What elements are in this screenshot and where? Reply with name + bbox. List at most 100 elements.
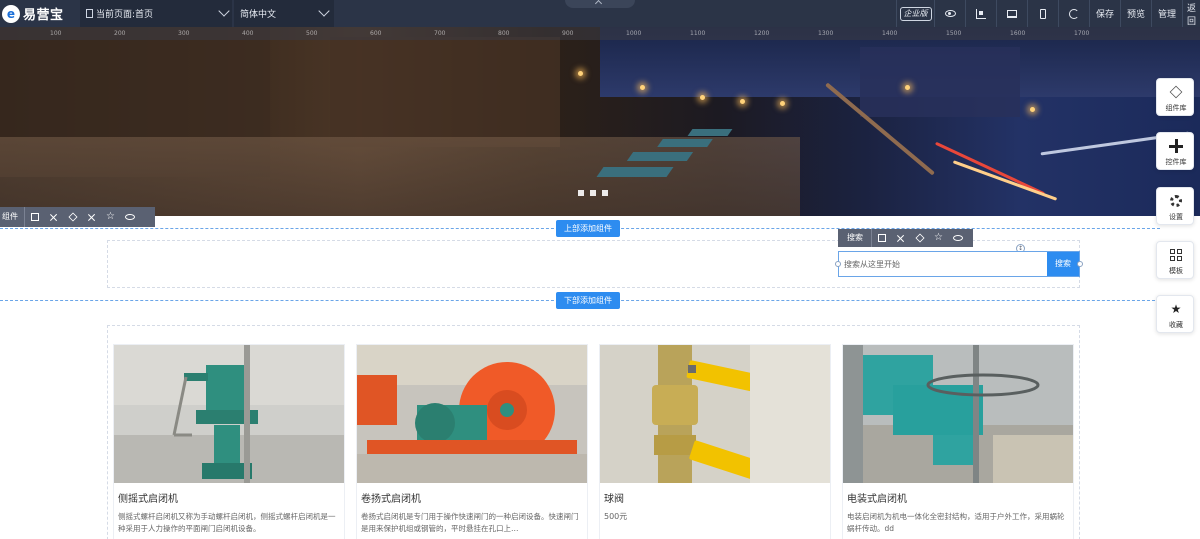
refresh-button[interactable] <box>1058 0 1089 27</box>
ruler-tick: 1600 <box>1010 30 1026 37</box>
right-resize-handle[interactable] <box>1077 261 1083 267</box>
product-image[interactable] <box>357 345 587 483</box>
product-card[interactable]: 卷扬式启闭机 卷扬式启闭机是专门用于操作快速闸门的一种启闭设备。快速闸门是用来保… <box>356 344 588 539</box>
banner-building-center <box>330 37 560 147</box>
bench <box>626 152 694 161</box>
banner-ground <box>0 137 800 216</box>
layers-button[interactable] <box>63 207 82 227</box>
product-image[interactable] <box>114 345 344 483</box>
toolbar-actions: 企业版 保存 预览 管理 返回 <box>896 0 1200 27</box>
product-image[interactable] <box>600 345 830 483</box>
ruler-tick: 600 <box>370 30 382 37</box>
search-input[interactable] <box>839 252 1049 276</box>
desktop-view-button[interactable] <box>996 0 1027 27</box>
page-doc-icon <box>86 9 93 18</box>
visibility-component-button[interactable] <box>120 207 139 227</box>
back-button[interactable]: 返回 <box>1182 0 1200 27</box>
search-button[interactable]: 搜索 <box>1047 252 1079 276</box>
component-library-icon <box>1169 85 1183 99</box>
street-light <box>700 95 705 100</box>
logo-e-icon: e <box>2 4 20 23</box>
tools-icon <box>49 213 58 222</box>
side-component-library-button[interactable]: 组件库 <box>1156 78 1194 116</box>
component-toolbar: 组件 ☆ <box>0 207 155 227</box>
toggle-visibility-button[interactable] <box>934 0 965 27</box>
side-favorites-button[interactable]: ★ 收藏 <box>1156 295 1194 333</box>
product-name[interactable]: 卷扬式启闭机 <box>361 490 421 505</box>
gear-icon <box>914 233 925 243</box>
ruler-tick: 500 <box>306 30 318 37</box>
bench <box>596 167 674 177</box>
search-visibility-button[interactable] <box>948 229 967 247</box>
search-tools-button[interactable] <box>891 229 910 247</box>
search-component-toolbar: 搜索 ☆ <box>838 229 973 247</box>
effects-button[interactable] <box>82 207 101 227</box>
editor-canvas: 100 200 300 400 500 600 700 800 900 1000 1100 1200 1… <box>0 0 1200 539</box>
side-template-button[interactable]: 模板 <box>1156 241 1194 279</box>
edit-component-button[interactable] <box>25 207 44 227</box>
enterprise-badge-button[interactable]: 企业版 <box>896 0 934 27</box>
side-item-label: 设置 <box>1169 213 1183 221</box>
save-button[interactable]: 保存 <box>1089 0 1120 27</box>
chevron-up-icon <box>594 0 603 8</box>
tools-button[interactable] <box>44 207 63 227</box>
preview-button[interactable]: 预览 <box>1120 0 1151 27</box>
side-settings-button[interactable]: 设置 <box>1156 187 1194 225</box>
side-control-library-button[interactable]: 控件库 <box>1156 132 1194 170</box>
ruler-tick: 300 <box>178 30 190 37</box>
settings-gear-icon <box>1170 195 1182 207</box>
current-page-select[interactable]: 当前页面:首页 <box>80 0 232 27</box>
product-card[interactable]: 侧摇式启闭机 侧摇式螺杆启闭机又称为手动螺杆启闭机，侧摇式螺杆启闭机是一种采用于… <box>113 344 345 539</box>
ruler-tick: 1000 <box>626 30 642 37</box>
product-name[interactable]: 球阀 <box>604 490 624 505</box>
ruler-tick: 1100 <box>690 30 706 37</box>
bench <box>687 129 733 136</box>
plus-icon <box>1169 139 1183 153</box>
layers-icon <box>67 212 78 222</box>
logo-text: 易营宝 <box>23 8 64 23</box>
favorite-component-button[interactable]: ☆ <box>101 207 120 227</box>
product-description: 卷扬式启闭机是专门用于操作快速闸门的一种启闭设备。快速闸门是用来保护机组或钢管的… <box>361 512 579 533</box>
slide-dot[interactable] <box>578 190 584 196</box>
banner-pagination <box>578 190 608 196</box>
street-light <box>1030 107 1035 112</box>
current-page-label: 当前页面:首页 <box>96 10 154 20</box>
ruler-tick: 800 <box>498 30 510 37</box>
street-light <box>640 85 645 90</box>
app-logo[interactable]: e 易营宝 <box>2 3 64 24</box>
banner-image[interactable] <box>0 27 1200 216</box>
product-image-ball-valve <box>600 345 830 483</box>
mobile-view-button[interactable] <box>1027 0 1058 27</box>
chevron-down-icon <box>218 5 230 17</box>
product-image[interactable] <box>843 345 1073 483</box>
ruler-tick: 700 <box>434 30 446 37</box>
ruler-tick: 1200 <box>754 30 770 37</box>
slide-dot[interactable] <box>590 190 596 196</box>
language-label: 简体中文 <box>240 10 277 20</box>
star-icon: ☆ <box>934 232 943 243</box>
edit-search-button[interactable] <box>872 229 891 247</box>
layout-icon <box>976 8 986 19</box>
add-component-top-button[interactable]: 上部添加组件 <box>556 220 620 237</box>
search-favorite-button[interactable]: ☆ <box>929 229 948 247</box>
manage-button[interactable]: 管理 <box>1151 0 1182 27</box>
ruler-tick: 1500 <box>946 30 962 37</box>
slide-dot[interactable] <box>602 190 608 196</box>
language-select[interactable]: 简体中文 <box>234 0 334 27</box>
ruler-tick: 1700 <box>1074 30 1090 37</box>
collapse-toolbar-tab[interactable] <box>565 0 635 8</box>
street-light <box>780 101 785 106</box>
product-card[interactable]: 球阀 500元 <box>599 344 831 539</box>
phone-icon <box>1040 8 1046 19</box>
product-image-hand-crank-hoist <box>114 345 344 483</box>
product-name[interactable]: 侧摇式启闭机 <box>118 490 178 505</box>
layout-button[interactable] <box>965 0 996 27</box>
side-item-label: 收藏 <box>1169 321 1183 329</box>
left-resize-handle[interactable] <box>835 261 841 267</box>
add-component-bottom-button[interactable]: 下部添加组件 <box>556 292 620 309</box>
search-settings-button[interactable] <box>910 229 929 247</box>
ruler-tick: 400 <box>242 30 254 37</box>
product-card[interactable]: 电装式启闭机 电装启闭机为机电一体化全密封结构，适用于户外工作，采用蜗轮蜗杆传动… <box>842 344 1074 539</box>
product-name[interactable]: 电装式启闭机 <box>847 490 907 505</box>
eye-icon <box>952 235 963 241</box>
